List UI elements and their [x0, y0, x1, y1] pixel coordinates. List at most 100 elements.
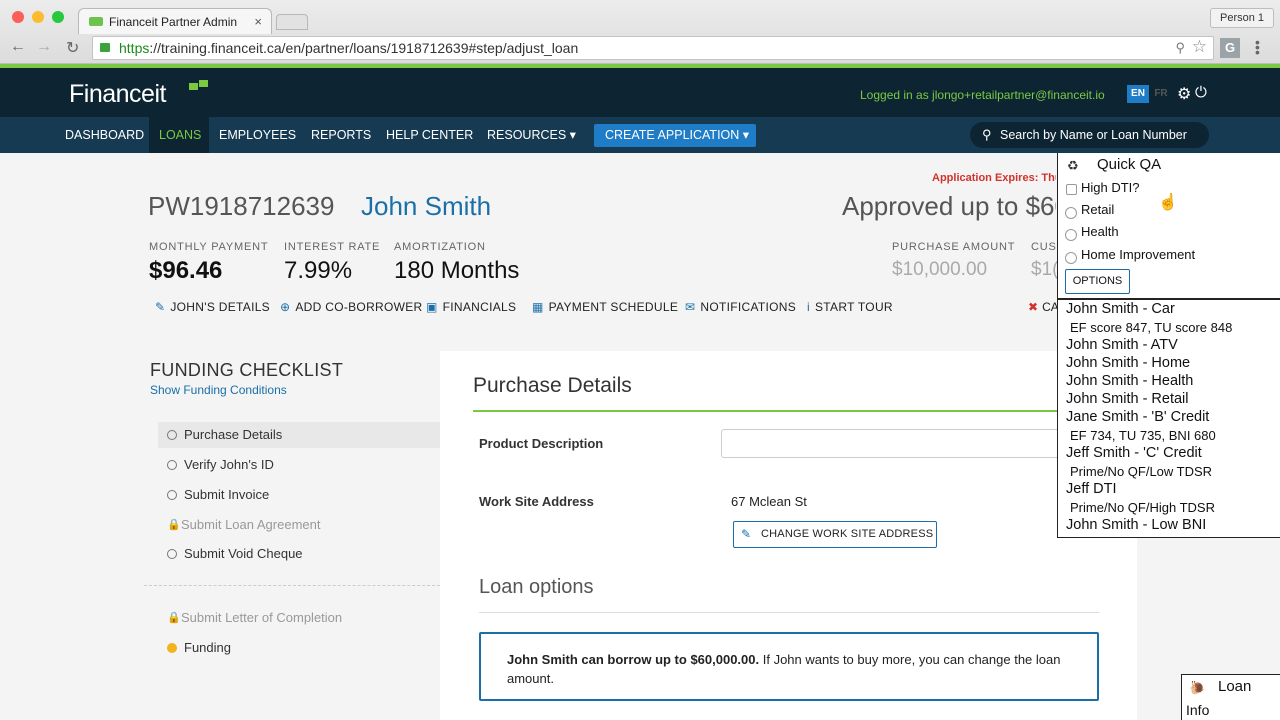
- show-funding-conditions-link[interactable]: Show Funding Conditions: [150, 383, 287, 397]
- cancel-link[interactable]: ✖ CA: [1028, 300, 1059, 314]
- checklist-item-submit-invoice[interactable]: Submit Invoice: [158, 482, 440, 508]
- financeit-logo[interactable]: Financeit: [69, 80, 166, 109]
- arrow-right-icon[interactable]: →: [36, 38, 52, 56]
- checklist-label: Submit Invoice: [184, 487, 270, 502]
- quick-qa-title: Quick QA: [1097, 156, 1162, 173]
- loan-options-divider: [479, 612, 1099, 613]
- change-work-site-address-button[interactable]: ✎ CHANGE WORK SITE ADDRESS: [733, 521, 937, 548]
- gear-icon[interactable]: ⚙: [1177, 84, 1191, 104]
- create-application-button[interactable]: CREATE APPLICATION ▾: [594, 124, 756, 147]
- shoe-icon: ♻: [1067, 158, 1079, 173]
- nav-dashboard[interactable]: DASHBOARD: [55, 117, 154, 153]
- work-site-address-value: 67 Mclean St: [731, 494, 807, 509]
- profile-detail: EF 734, TU 735, BNI 680: [1070, 428, 1216, 443]
- customer-name[interactable]: John Smith: [361, 191, 491, 222]
- profile-item[interactable]: John Smith - Retail: [1066, 391, 1189, 407]
- stat-label: PURCHASE AMOUNT: [892, 241, 1016, 253]
- url-path: ://training.financeit.ca/en/partner/loan…: [149, 40, 579, 56]
- profile-button[interactable]: Person 1: [1210, 8, 1274, 28]
- circle-icon: [167, 549, 177, 559]
- close-window-icon[interactable]: [12, 11, 24, 23]
- application-id: PW1918712639: [148, 191, 335, 221]
- expiry-notice: Application Expires: Thurs: [932, 172, 1056, 184]
- loan-options-message: John Smith can borrow up to $60,000.00. …: [479, 632, 1099, 701]
- borrow-limit-text: John Smith can borrow up to $60,000.00.: [507, 652, 760, 667]
- circle-icon: [167, 490, 177, 500]
- checklist-label: Purchase Details: [184, 427, 283, 442]
- high-dti-label: High DTI?: [1081, 180, 1140, 195]
- checklist-divider: [144, 585, 440, 586]
- minimize-window-icon[interactable]: [32, 11, 44, 23]
- profile-item[interactable]: Jeff DTI: [1066, 481, 1117, 497]
- lang-en-button[interactable]: EN: [1127, 85, 1149, 103]
- power-icon[interactable]: ⏻: [1195, 84, 1207, 101]
- monthly-payment-value: $96.46: [149, 257, 223, 284]
- high-dti-checkbox[interactable]: [1066, 184, 1077, 195]
- new-tab-button[interactable]: [276, 14, 308, 30]
- johns-details-link[interactable]: ✎ JOHN'S DETAILS: [155, 300, 270, 314]
- snail-icon: 🐌: [1189, 680, 1206, 695]
- profile-item[interactable]: Jane Smith - 'B' Credit: [1066, 409, 1209, 425]
- nav-resources[interactable]: RESOURCES ▾: [477, 117, 586, 153]
- lang-fr-button[interactable]: FR: [1150, 85, 1172, 103]
- checklist-item-purchase-details[interactable]: Purchase Details: [158, 422, 440, 448]
- browser-tab[interactable]: Financeit Partner Admin ×: [78, 8, 272, 34]
- caret-down-icon: ▾: [569, 128, 576, 142]
- product-description-input[interactable]: [721, 429, 1061, 458]
- bookmark-star-icon[interactable]: ☆: [1192, 36, 1207, 58]
- action-label: NOTIFICATIONS: [700, 300, 797, 314]
- notifications-link[interactable]: ✉ NOTIFICATIONS: [685, 300, 796, 314]
- radio-home-improvement[interactable]: [1065, 252, 1077, 264]
- profile-item[interactable]: John Smith - Car: [1066, 301, 1175, 317]
- arrow-left-icon[interactable]: ←: [10, 38, 26, 56]
- profile-detail: Prime/No QF/Low TDSR: [1070, 464, 1213, 479]
- qa-options-button[interactable]: OPTIONS: [1065, 269, 1130, 294]
- radio-retail[interactable]: [1065, 207, 1077, 219]
- profile-item[interactable]: John Smith - Low BNI: [1066, 517, 1206, 533]
- profile-item[interactable]: John Smith - ATV: [1066, 337, 1178, 353]
- payment-schedule-link[interactable]: ▦ PAYMENT SCHEDULE: [532, 300, 678, 314]
- work-site-address-label: Work Site Address: [479, 494, 594, 509]
- cancel-circle-icon: ✖: [1028, 300, 1039, 314]
- nav-reports[interactable]: REPORTS: [301, 117, 381, 153]
- hand-cursor-icon: ☝: [1158, 194, 1178, 211]
- nav-loans[interactable]: LOANS: [149, 117, 209, 153]
- maximize-window-icon[interactable]: [52, 11, 64, 23]
- checklist-item-funding[interactable]: Funding: [158, 635, 440, 661]
- checklist-item-loan-agreement: 🔒 Submit Loan Agreement: [158, 512, 440, 538]
- action-label: FINANCIALS: [442, 300, 517, 314]
- tab-close-icon[interactable]: ×: [254, 14, 262, 29]
- stat-label: INTEREST RATE: [284, 241, 381, 253]
- extension-icon[interactable]: G: [1220, 38, 1240, 58]
- profile-item[interactable]: John Smith - Health: [1066, 373, 1193, 389]
- approved-amount: Approved up to $60,: [842, 191, 1056, 221]
- search-input[interactable]: ⚲ Search by Name or Loan Number: [970, 122, 1209, 148]
- start-tour-link[interactable]: i START TOUR: [807, 300, 893, 314]
- browser-menu-icon[interactable]: • • •: [1255, 35, 1269, 59]
- pencil-icon: ✎: [741, 527, 752, 541]
- radio-health[interactable]: [1065, 229, 1077, 241]
- envelope-icon: ✉: [685, 300, 696, 314]
- key-icon[interactable]: ⚲: [1175, 37, 1185, 59]
- action-label: PAYMENT SCHEDULE: [548, 300, 679, 314]
- logo-mark-icon: [189, 80, 208, 90]
- search-icon: ⚲: [982, 127, 992, 142]
- circle-icon: [167, 460, 177, 470]
- money-icon: ▣: [426, 300, 438, 314]
- title-underline: [473, 410, 1103, 412]
- add-co-borrower-link[interactable]: ⊕ ADD CO-BORROWER: [280, 300, 423, 314]
- reload-icon[interactable]: ↻: [66, 38, 79, 58]
- profile-item[interactable]: John Smith - Home: [1066, 355, 1190, 371]
- nav-resources-label: RESOURCES: [487, 128, 567, 142]
- nav-employees[interactable]: EMPLOYEES: [209, 117, 306, 153]
- checklist-item-verify-id[interactable]: Verify John's ID: [158, 452, 440, 478]
- loan-info-sub: Info: [1186, 702, 1210, 718]
- checklist-item-letter-of-completion: 🔒 Submit Letter of Completion: [158, 605, 440, 631]
- lock-icon: 🔒: [167, 519, 181, 531]
- nav-help-center[interactable]: HELP CENTER: [376, 117, 483, 153]
- profile-item[interactable]: Jeff Smith - 'C' Credit: [1066, 445, 1202, 461]
- radio-label-home-improvement: Home Improvement: [1081, 247, 1196, 262]
- checklist-item-void-cheque[interactable]: Submit Void Cheque: [158, 541, 440, 567]
- address-bar[interactable]: https://training.financeit.ca/en/partner…: [92, 36, 1214, 60]
- financials-link[interactable]: ▣ FINANCIALS: [426, 300, 516, 314]
